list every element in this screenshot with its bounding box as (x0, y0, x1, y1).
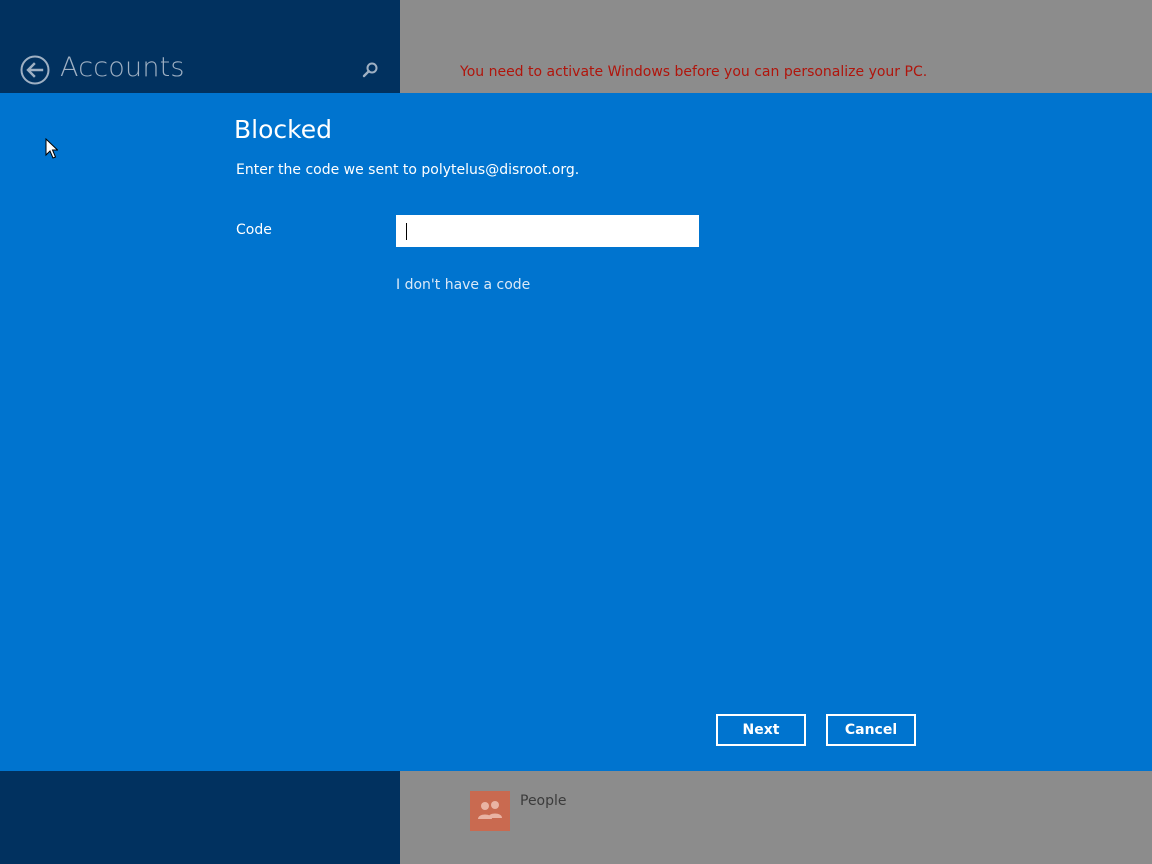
no-code-link[interactable]: I don't have a code (396, 277, 530, 293)
dialog-title: Blocked (234, 115, 332, 144)
dialog-subtitle: Enter the code we sent to polytelus@disr… (236, 162, 580, 178)
search-icon[interactable] (360, 60, 380, 80)
code-label: Code (236, 222, 272, 238)
people-icon[interactable] (470, 791, 510, 831)
mouse-cursor-icon (45, 138, 58, 159)
blocked-dialog: Blocked Enter the code we sent to polyte… (0, 93, 1152, 771)
code-input[interactable] (396, 215, 699, 247)
people-label[interactable]: People (520, 793, 567, 809)
cancel-button[interactable]: Cancel (826, 714, 916, 746)
screen: Accounts You need to activate Windows be… (0, 0, 1152, 864)
text-caret (406, 223, 407, 240)
activation-warning: You need to activate Windows before you … (460, 64, 928, 80)
back-arrow-icon[interactable] (20, 55, 50, 85)
people-icon-glyph (478, 801, 502, 819)
page-title: Accounts (60, 52, 185, 83)
next-button[interactable]: Next (716, 714, 806, 746)
